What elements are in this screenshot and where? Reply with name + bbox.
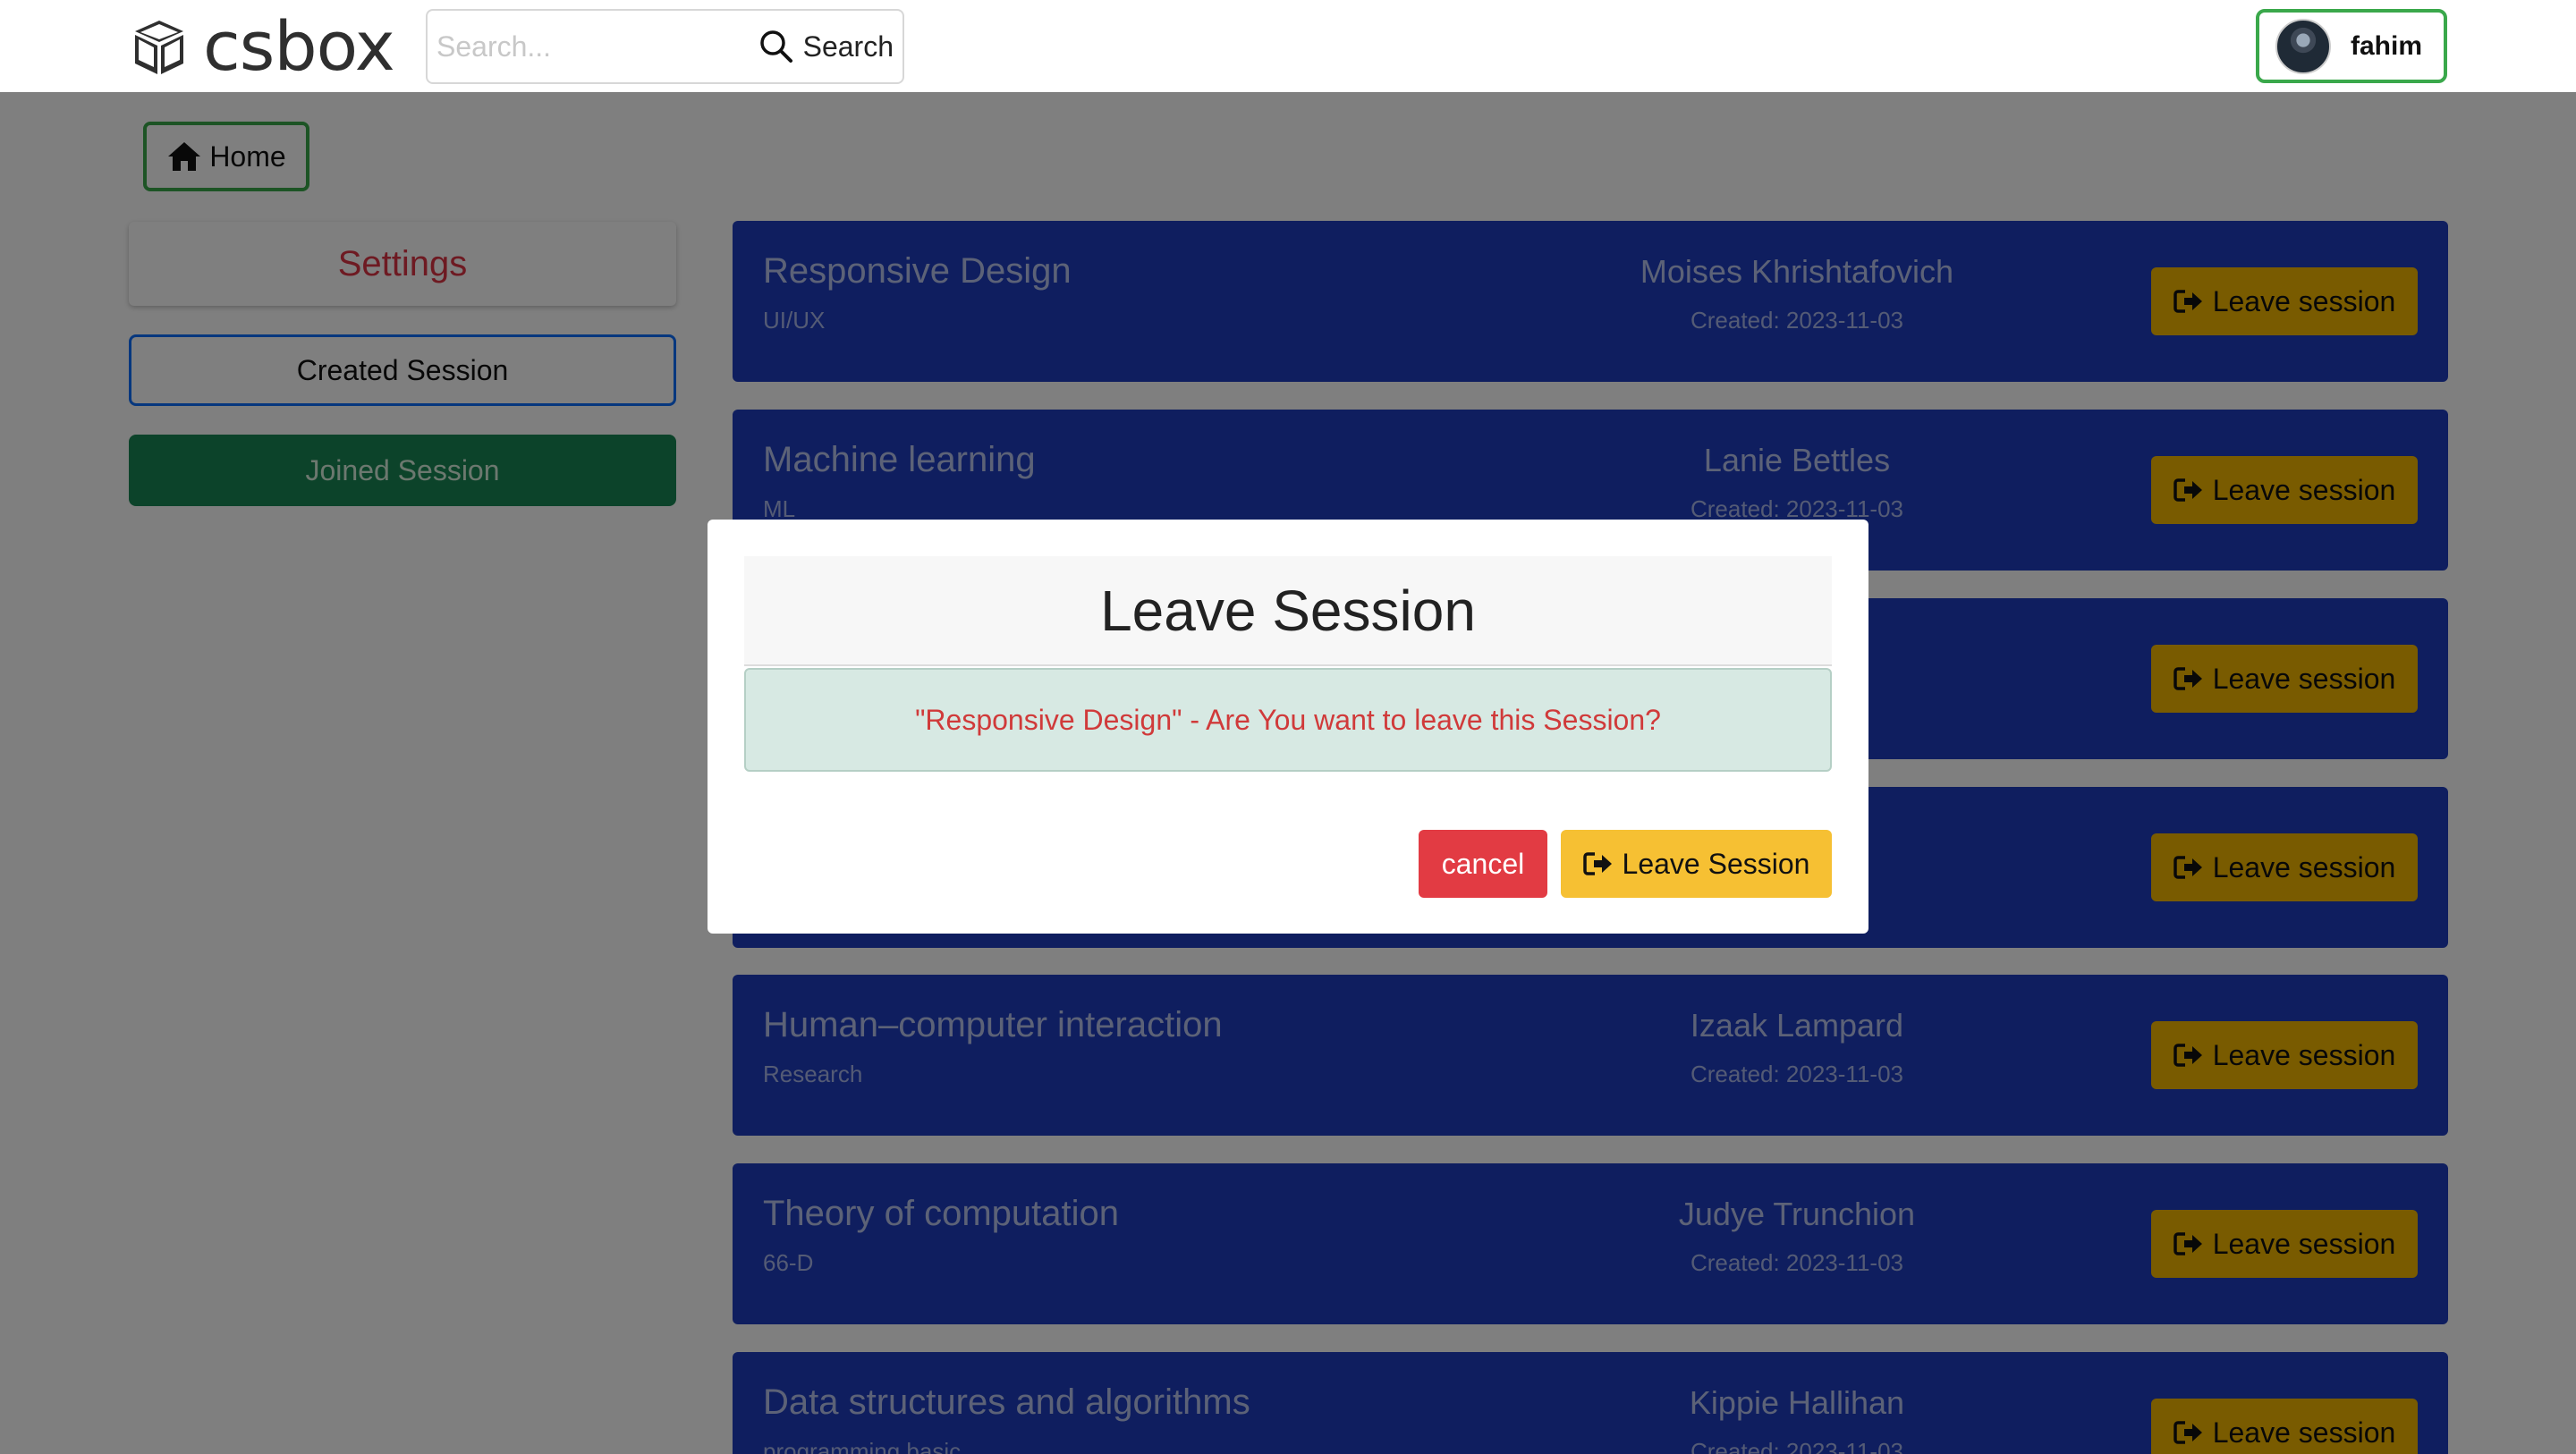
- cancel-button[interactable]: cancel: [1419, 830, 1547, 898]
- box-icon: [128, 15, 191, 78]
- logo-text: csbox: [203, 6, 395, 86]
- navbar: csbox Search fahim: [0, 0, 2576, 92]
- user-name: fahim: [2351, 30, 2423, 61]
- search-button-label: Search: [802, 30, 894, 63]
- search-icon: [758, 29, 794, 64]
- modal-title: Leave Session: [744, 556, 1832, 666]
- search-box: Search: [426, 9, 904, 84]
- confirm-leave-label: Leave Session: [1622, 847, 1810, 880]
- logo[interactable]: csbox: [128, 6, 395, 86]
- confirm-leave-button[interactable]: Leave Session: [1561, 830, 1832, 898]
- sign-out-icon: [1582, 850, 1614, 877]
- modal-message: "Responsive Design" - Are You want to le…: [744, 668, 1832, 772]
- user-menu-button[interactable]: fahim: [2256, 9, 2447, 83]
- leave-session-modal: Leave Session "Responsive Design" - Are …: [708, 520, 1868, 934]
- avatar: [2275, 18, 2331, 74]
- search-button[interactable]: Search: [758, 21, 894, 72]
- search-input[interactable]: [436, 11, 723, 82]
